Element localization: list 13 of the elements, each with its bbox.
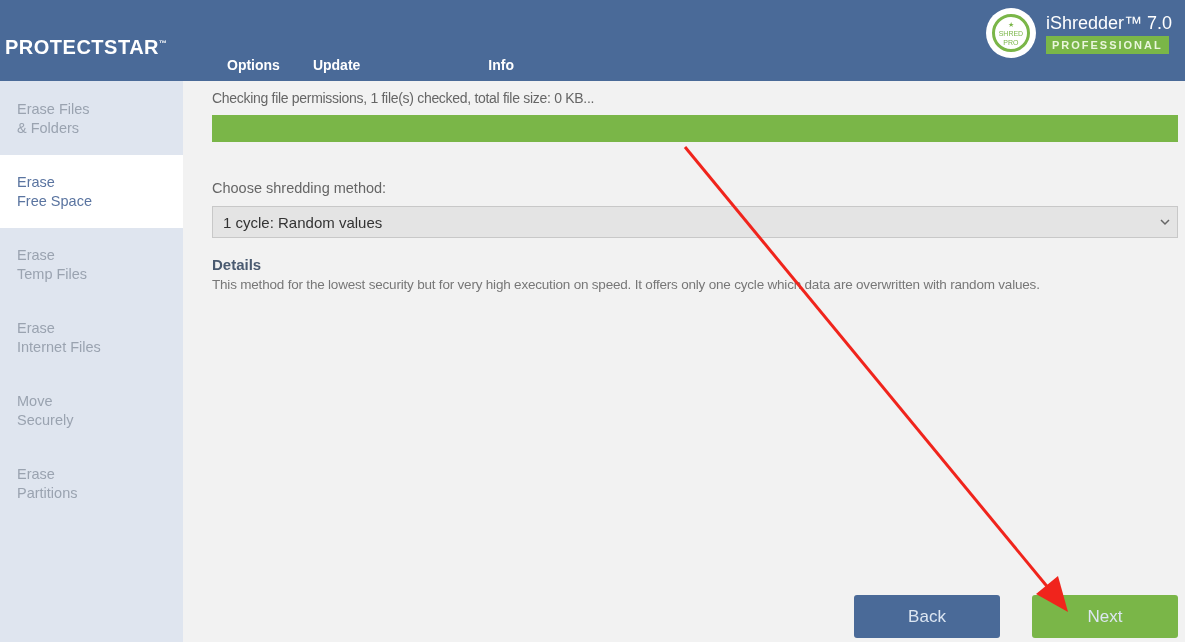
edition-label: PROFESSIONAL xyxy=(1045,35,1169,54)
status-text: Checking file permissions, 1 file(s) checked, total file size: 0 KB... xyxy=(212,90,596,106)
product-name: iShredder™ 7.0 xyxy=(1045,12,1172,34)
chevron-down-icon xyxy=(1159,218,1171,226)
details-title: Details xyxy=(212,256,263,273)
brand-logo: PROTECTSTAR$^{™}$ xyxy=(4,36,169,60)
back-button[interactable]: Back xyxy=(854,595,1000,638)
menu-item[interactable]: Update xyxy=(312,57,361,73)
menu-item[interactable]: Info xyxy=(488,57,514,73)
sidebar-item[interactable]: Erase Free Space xyxy=(0,155,183,228)
method-dropdown[interactable]: 1 cycle: Random values xyxy=(212,206,1178,238)
menu-item[interactable]: Options xyxy=(227,57,280,73)
method-label: Choose shredding method: xyxy=(212,180,388,196)
